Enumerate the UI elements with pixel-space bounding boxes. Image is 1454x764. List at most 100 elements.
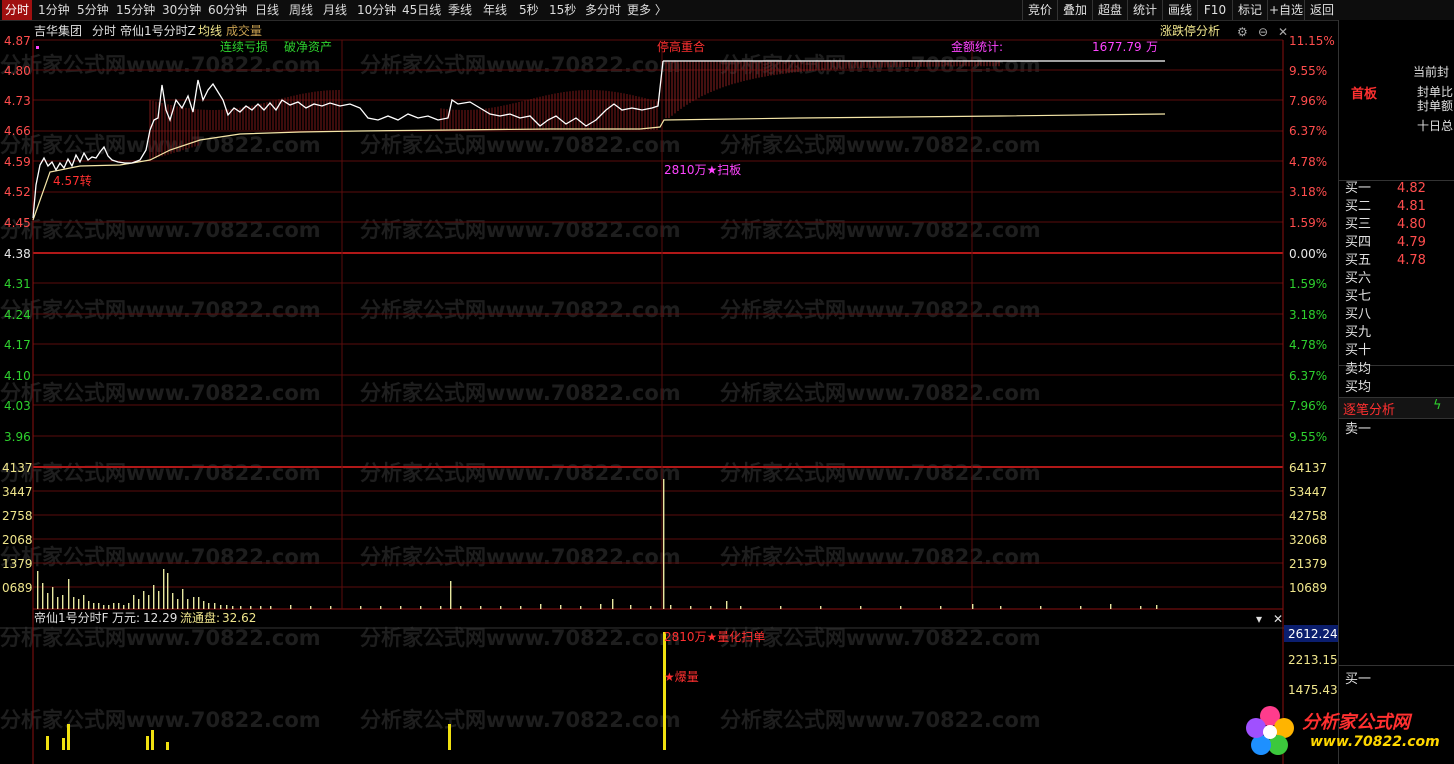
vol-tick: 42758	[1289, 509, 1327, 523]
indicator-name[interactable]: 帝仙1号分时Z	[120, 23, 196, 38]
bid-level-label: 买四	[1345, 235, 1372, 250]
volume-bar	[62, 595, 64, 609]
volume-bars	[37, 479, 1158, 609]
amount-stat-unit: 万	[1146, 40, 1158, 54]
volume-bar	[118, 603, 120, 609]
volume-bar	[1000, 606, 1002, 609]
volume-bar	[143, 591, 145, 609]
flower-logo-icon	[1246, 706, 1294, 755]
tick-analysis-header[interactable]: 逐笔分析 ϟ	[1339, 397, 1454, 419]
watermark-text: 分析家公式网www.70822.com	[0, 626, 321, 650]
volume-bar	[726, 601, 728, 609]
minus-icon[interactable]: ⊖	[1258, 25, 1268, 39]
volume-bar	[1156, 605, 1158, 609]
volume-bar	[83, 595, 85, 609]
watermark-text: 分析家公式网www.70822.com	[0, 708, 321, 732]
volume-bar	[98, 603, 100, 609]
vol-tick: 0689	[2, 581, 33, 595]
watermark-text: 分析家公式网www.70822.com	[0, 461, 321, 485]
percent-axis: 11.15% 9.55% 7.96% 6.37% 4.78% 3.18% 1.5…	[1289, 34, 1335, 444]
pct-tick: 4.78%	[1289, 155, 1327, 169]
price-tick: 4.87	[4, 34, 31, 48]
pct-tick: 7.96%	[1289, 399, 1327, 413]
close-sub-icon[interactable]: ✕	[1273, 612, 1283, 626]
volume-bar	[270, 606, 272, 609]
price-tick: 4.73	[4, 94, 31, 108]
watermark-text: 分析家公式网www.70822.com	[360, 461, 681, 485]
price-tick: 4.80	[4, 64, 31, 78]
lightning-icon[interactable]: ϟ	[1433, 398, 1442, 413]
bid-level-label: 买五	[1345, 253, 1372, 268]
signal-sweep-board: 2810万★扫板	[664, 163, 741, 177]
price-tick: 3.96	[4, 430, 31, 444]
volume-bar	[290, 605, 292, 609]
volume-bar	[193, 597, 195, 609]
price-tick: 4.66	[4, 124, 31, 138]
close-icon[interactable]: ✕	[1278, 25, 1288, 39]
watermark-text: 分析家公式网www.70822.com	[0, 298, 321, 322]
volume-bar	[900, 606, 902, 609]
amount-stat-value: 1677.79	[1092, 40, 1142, 54]
sell-average-label: 卖均	[1345, 362, 1372, 377]
price-tick: 4.17	[4, 338, 31, 352]
volume-bar	[93, 603, 95, 609]
sub-bar	[62, 738, 65, 750]
volume-bar	[167, 573, 169, 609]
bid-level-label: 买二	[1345, 199, 1372, 214]
limit-analysis-link[interactable]: 涨跌停分析	[1160, 23, 1220, 38]
watermark-text: 分析家公式网www.70822.com	[720, 133, 1041, 157]
vol-tick: 3447	[2, 485, 33, 499]
sub-tick: 1475.43	[1288, 683, 1338, 697]
sub-field2-value: 32.62	[222, 611, 256, 625]
volume-bar	[860, 606, 862, 609]
sub-bar	[67, 724, 70, 750]
info-row: 封单额	[1417, 99, 1454, 113]
volume-bar	[612, 599, 614, 609]
volume-bar	[1140, 606, 1142, 609]
volume-bar	[360, 606, 362, 609]
volume-bar	[158, 591, 160, 609]
watermark-text: 分析家公式网www.70822.com	[360, 53, 681, 77]
pct-tick: 0.00%	[1289, 247, 1327, 261]
volume-bar	[172, 593, 174, 609]
signal-turn-low: 4.57转	[53, 173, 92, 188]
logo-title: 分析家公式网	[1302, 712, 1410, 733]
volume-bar	[138, 599, 140, 609]
volume-bar	[580, 606, 582, 609]
sub-bar	[146, 736, 149, 750]
right-panel: 当前封 封单比 封单额 十日总 首板 买一 4.82 买二 4.81 买三 4.80 买四 4…	[1338, 20, 1454, 764]
watermark-text: 分析家公式网www.70822.com	[0, 545, 321, 569]
volume-bar	[47, 593, 49, 609]
watermark-text: 分析家公式网www.70822.com	[720, 298, 1041, 322]
dropdown-icon[interactable]: ▾	[1256, 612, 1262, 626]
vol-tick: 53447	[1289, 485, 1327, 499]
volume-bar	[420, 606, 422, 609]
watermark-text: 分析家公式网www.70822.com	[360, 626, 681, 650]
volume-bar	[226, 605, 228, 609]
volume-bar	[57, 597, 59, 609]
volume-bar	[380, 606, 382, 609]
price-tick: 4.24	[4, 308, 31, 322]
watermark-text: 分析家公式网www.70822.com	[720, 626, 1041, 650]
volume-bar	[133, 595, 135, 609]
watermark-text: 分析家公式网www.70822.com	[360, 133, 681, 157]
volume-bar	[560, 605, 562, 609]
pct-tick: 1.59%	[1289, 277, 1327, 291]
vol-tick: 32068	[1289, 533, 1327, 547]
bid-level-label: 买十	[1345, 343, 1372, 358]
chart-mode: 分时	[92, 24, 116, 38]
settings-icon[interactable]: ⚙	[1237, 25, 1248, 39]
sub-bar	[448, 724, 451, 750]
volume-bar	[450, 581, 452, 609]
price-tick: 4.31	[4, 277, 31, 291]
volume-bar	[163, 569, 165, 609]
price-tick: 4.38	[4, 247, 31, 261]
price-tick: 4.03	[4, 399, 31, 413]
pct-tick: 3.18%	[1289, 185, 1327, 199]
bid-level-price: 4.79	[1397, 235, 1426, 250]
chart-area: 分析家公式网www.70822.com 分析家公式网www.70822.com 分析…	[0, 23, 1338, 764]
volume-bar	[260, 606, 262, 609]
volume-bar	[650, 606, 652, 609]
volume-bar	[208, 603, 210, 609]
volume-bar	[177, 599, 179, 609]
